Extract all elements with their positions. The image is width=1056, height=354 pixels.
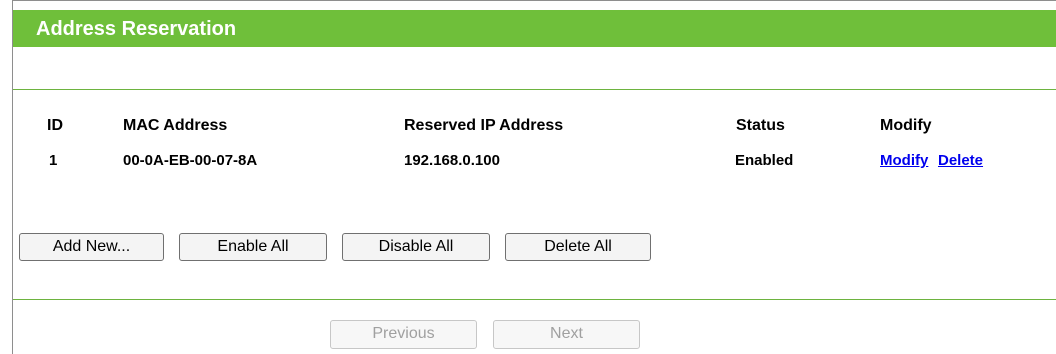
row-mac-address: 00-0A-EB-00-07-8A — [123, 152, 258, 169]
disable-all-button[interactable]: Disable All — [342, 233, 490, 261]
previous-button[interactable]: Previous — [330, 320, 477, 349]
row-id: 1 — [49, 152, 58, 169]
page-title: Address Reservation — [36, 18, 237, 40]
column-header-id: ID — [47, 117, 63, 134]
enable-all-button[interactable]: Enable All — [179, 233, 327, 261]
delete-all-button[interactable]: Delete All — [505, 233, 651, 261]
column-header-mac: MAC Address — [123, 117, 228, 134]
modify-link[interactable]: Modify — [880, 152, 928, 169]
column-header-status: Status — [736, 117, 785, 134]
column-header-modify: Modify — [880, 117, 932, 134]
divider-top — [13, 89, 1056, 90]
column-header-ip: Reserved IP Address — [404, 117, 564, 134]
next-button[interactable]: Next — [493, 320, 640, 349]
row-status: Enabled — [735, 152, 794, 169]
page-frame — [12, 0, 1056, 354]
row-reserved-ip: 192.168.0.100 — [404, 152, 500, 169]
add-new-button[interactable]: Add New... — [19, 233, 164, 261]
delete-link[interactable]: Delete — [938, 152, 983, 169]
divider-bottom — [13, 299, 1056, 300]
